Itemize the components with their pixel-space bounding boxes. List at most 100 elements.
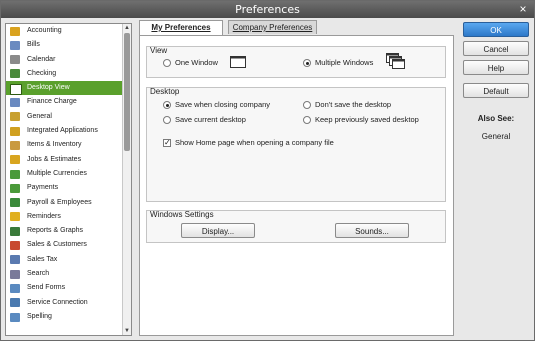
show-home-page-checkbox[interactable]: ✓: [163, 139, 171, 147]
send-forms-icon: [10, 283, 20, 293]
sidebar-item-label: Desktop View: [27, 84, 70, 92]
save-current-desktop-radio[interactable]: [163, 116, 171, 124]
preferences-sidebar: Accounting Bills Calendar Checking Desktop V…: [5, 23, 132, 336]
title-bar[interactable]: Preferences ×: [1, 1, 534, 18]
ok-button[interactable]: OK: [463, 22, 529, 37]
sidebar-item[interactable]: Service Connection: [6, 296, 124, 310]
sidebar-item-label: Payroll & Employees: [27, 198, 92, 206]
sidebar-item-label: Checking: [27, 69, 57, 77]
sidebar-item[interactable]: Sales & Customers: [6, 238, 124, 252]
close-icon[interactable]: ×: [517, 2, 529, 16]
sidebar-item-label: Accounting: [27, 27, 62, 34]
desktop-view-icon: [10, 83, 22, 95]
sidebar-item[interactable]: Bills: [6, 38, 124, 52]
one-window-label[interactable]: One Window: [175, 58, 218, 67]
service-connection-icon: [10, 298, 20, 308]
sales-tax-icon: [10, 255, 20, 265]
sidebar-item[interactable]: Payroll & Employees: [6, 196, 124, 210]
bills-icon: [10, 40, 20, 50]
keep-previous-desktop-label[interactable]: Keep previously saved desktop: [315, 115, 419, 124]
jobs-estimates-icon: [10, 155, 20, 165]
sidebar-item[interactable]: Send Forms: [6, 281, 124, 295]
cancel-button[interactable]: Cancel: [463, 41, 529, 56]
accounting-icon: [10, 26, 20, 36]
sidebar-list: Accounting Bills Calendar Checking Desktop V…: [6, 24, 124, 324]
sidebar-item-label: Finance Charge: [27, 98, 77, 106]
default-button[interactable]: Default: [463, 83, 529, 98]
sidebar-item-label: Jobs & Estimates: [27, 155, 82, 163]
scroll-up-icon[interactable]: ▲: [123, 24, 131, 32]
desktop-group: Desktop Save when closing company Don't …: [146, 87, 446, 202]
windows-settings-label: Windows Settings: [150, 210, 214, 219]
sidebar-item-label: General: [27, 112, 52, 120]
preferences-window: Preferences × Accounting Bills Calendar Che…: [0, 0, 535, 341]
keep-previous-desktop-radio[interactable]: [303, 116, 311, 124]
finance-charge-icon: [10, 98, 20, 108]
items-inventory-icon: [10, 140, 20, 150]
sidebar-item[interactable]: Search: [6, 267, 124, 281]
show-home-page-label[interactable]: Show Home page when opening a company fi…: [175, 138, 334, 147]
also-see-heading: Also See:: [477, 114, 515, 123]
sidebar-item[interactable]: General: [6, 110, 124, 124]
sidebar-item-label: Search: [27, 270, 50, 278]
save-when-closing-radio[interactable]: [163, 101, 171, 109]
sounds-button[interactable]: Sounds...: [335, 223, 409, 238]
sidebar-item-label: Items & Inventory: [27, 141, 82, 149]
sidebar-item[interactable]: Multiple Currencies: [6, 167, 124, 181]
calendar-icon: [10, 55, 20, 65]
sidebar-item[interactable]: Sales Tax: [6, 253, 124, 267]
sidebar-item-label: Integrated Applications: [27, 127, 98, 135]
sidebar-item[interactable]: Finance Charge: [6, 95, 124, 109]
tab-company-preferences[interactable]: Company Preferences: [228, 20, 317, 34]
preferences-panel: View One Window Multiple Windows Desktop: [139, 35, 454, 336]
dont-save-desktop-radio[interactable]: [303, 101, 311, 109]
sidebar-item-label: Multiple Currencies: [27, 169, 87, 177]
sidebar-item[interactable]: Calendar: [6, 53, 124, 67]
sidebar-item-label: Bills: [27, 41, 40, 49]
tab-my-preferences-label: My Preferences: [151, 23, 211, 32]
sidebar-item[interactable]: Reminders: [6, 210, 124, 224]
window-title: Preferences: [235, 3, 300, 16]
tab-my-preferences[interactable]: My Preferences: [139, 20, 223, 36]
search-icon: [10, 269, 20, 279]
reminders-icon: [10, 212, 20, 222]
sidebar-item-label: Reports & Graphs: [27, 227, 84, 235]
reports-graphs-icon: [10, 226, 20, 236]
sidebar-item[interactable]: Items & Inventory: [6, 138, 124, 152]
sidebar-item[interactable]: Payments: [6, 181, 124, 195]
sidebar-item-label: Spelling: [27, 312, 52, 320]
save-current-desktop-label[interactable]: Save current desktop: [175, 115, 246, 124]
payments-icon: [10, 183, 20, 193]
sidebar-item[interactable]: Spelling: [6, 310, 124, 324]
sidebar-item[interactable]: Accounting: [6, 24, 124, 38]
currencies-icon: [10, 169, 20, 179]
payroll-icon: [10, 198, 20, 208]
view-group: View One Window Multiple Windows: [146, 46, 446, 78]
scroll-thumb[interactable]: [124, 33, 130, 151]
sidebar-item-label: Sales Tax: [27, 255, 58, 263]
sidebar-item[interactable]: Reports & Graphs: [6, 224, 124, 238]
save-when-closing-label[interactable]: Save when closing company: [175, 100, 270, 109]
sidebar-item[interactable]: Integrated Applications: [6, 124, 124, 138]
integrated-apps-icon: [10, 126, 20, 136]
one-window-radio[interactable]: [163, 59, 171, 67]
also-see-general-link[interactable]: General: [463, 132, 529, 141]
sales-customers-icon: [10, 241, 20, 251]
sidebar-item-label: Payments: [27, 184, 59, 192]
dont-save-desktop-label[interactable]: Don't save the desktop: [315, 100, 391, 109]
multiple-windows-label[interactable]: Multiple Windows: [315, 58, 373, 67]
tab-company-preferences-label: Company Preferences: [232, 23, 313, 32]
sidebar-item-label: Calendar: [27, 55, 56, 63]
sidebar-item[interactable]: Jobs & Estimates: [6, 153, 124, 167]
scroll-down-icon[interactable]: ▼: [123, 327, 131, 335]
sidebar-scrollbar[interactable]: ▲ ▼: [122, 24, 131, 335]
sidebar-item-label: Reminders: [27, 212, 61, 220]
multiple-windows-radio[interactable]: [303, 59, 311, 67]
sidebar-item[interactable]: Desktop View: [6, 81, 124, 96]
sidebar-item-label: Service Connection: [27, 298, 88, 306]
display-button[interactable]: Display...: [181, 223, 255, 238]
view-group-label: View: [150, 46, 168, 55]
sidebar-item[interactable]: Checking: [6, 67, 124, 81]
multiple-windows-icon: [386, 53, 405, 69]
help-button[interactable]: Help: [463, 60, 529, 75]
